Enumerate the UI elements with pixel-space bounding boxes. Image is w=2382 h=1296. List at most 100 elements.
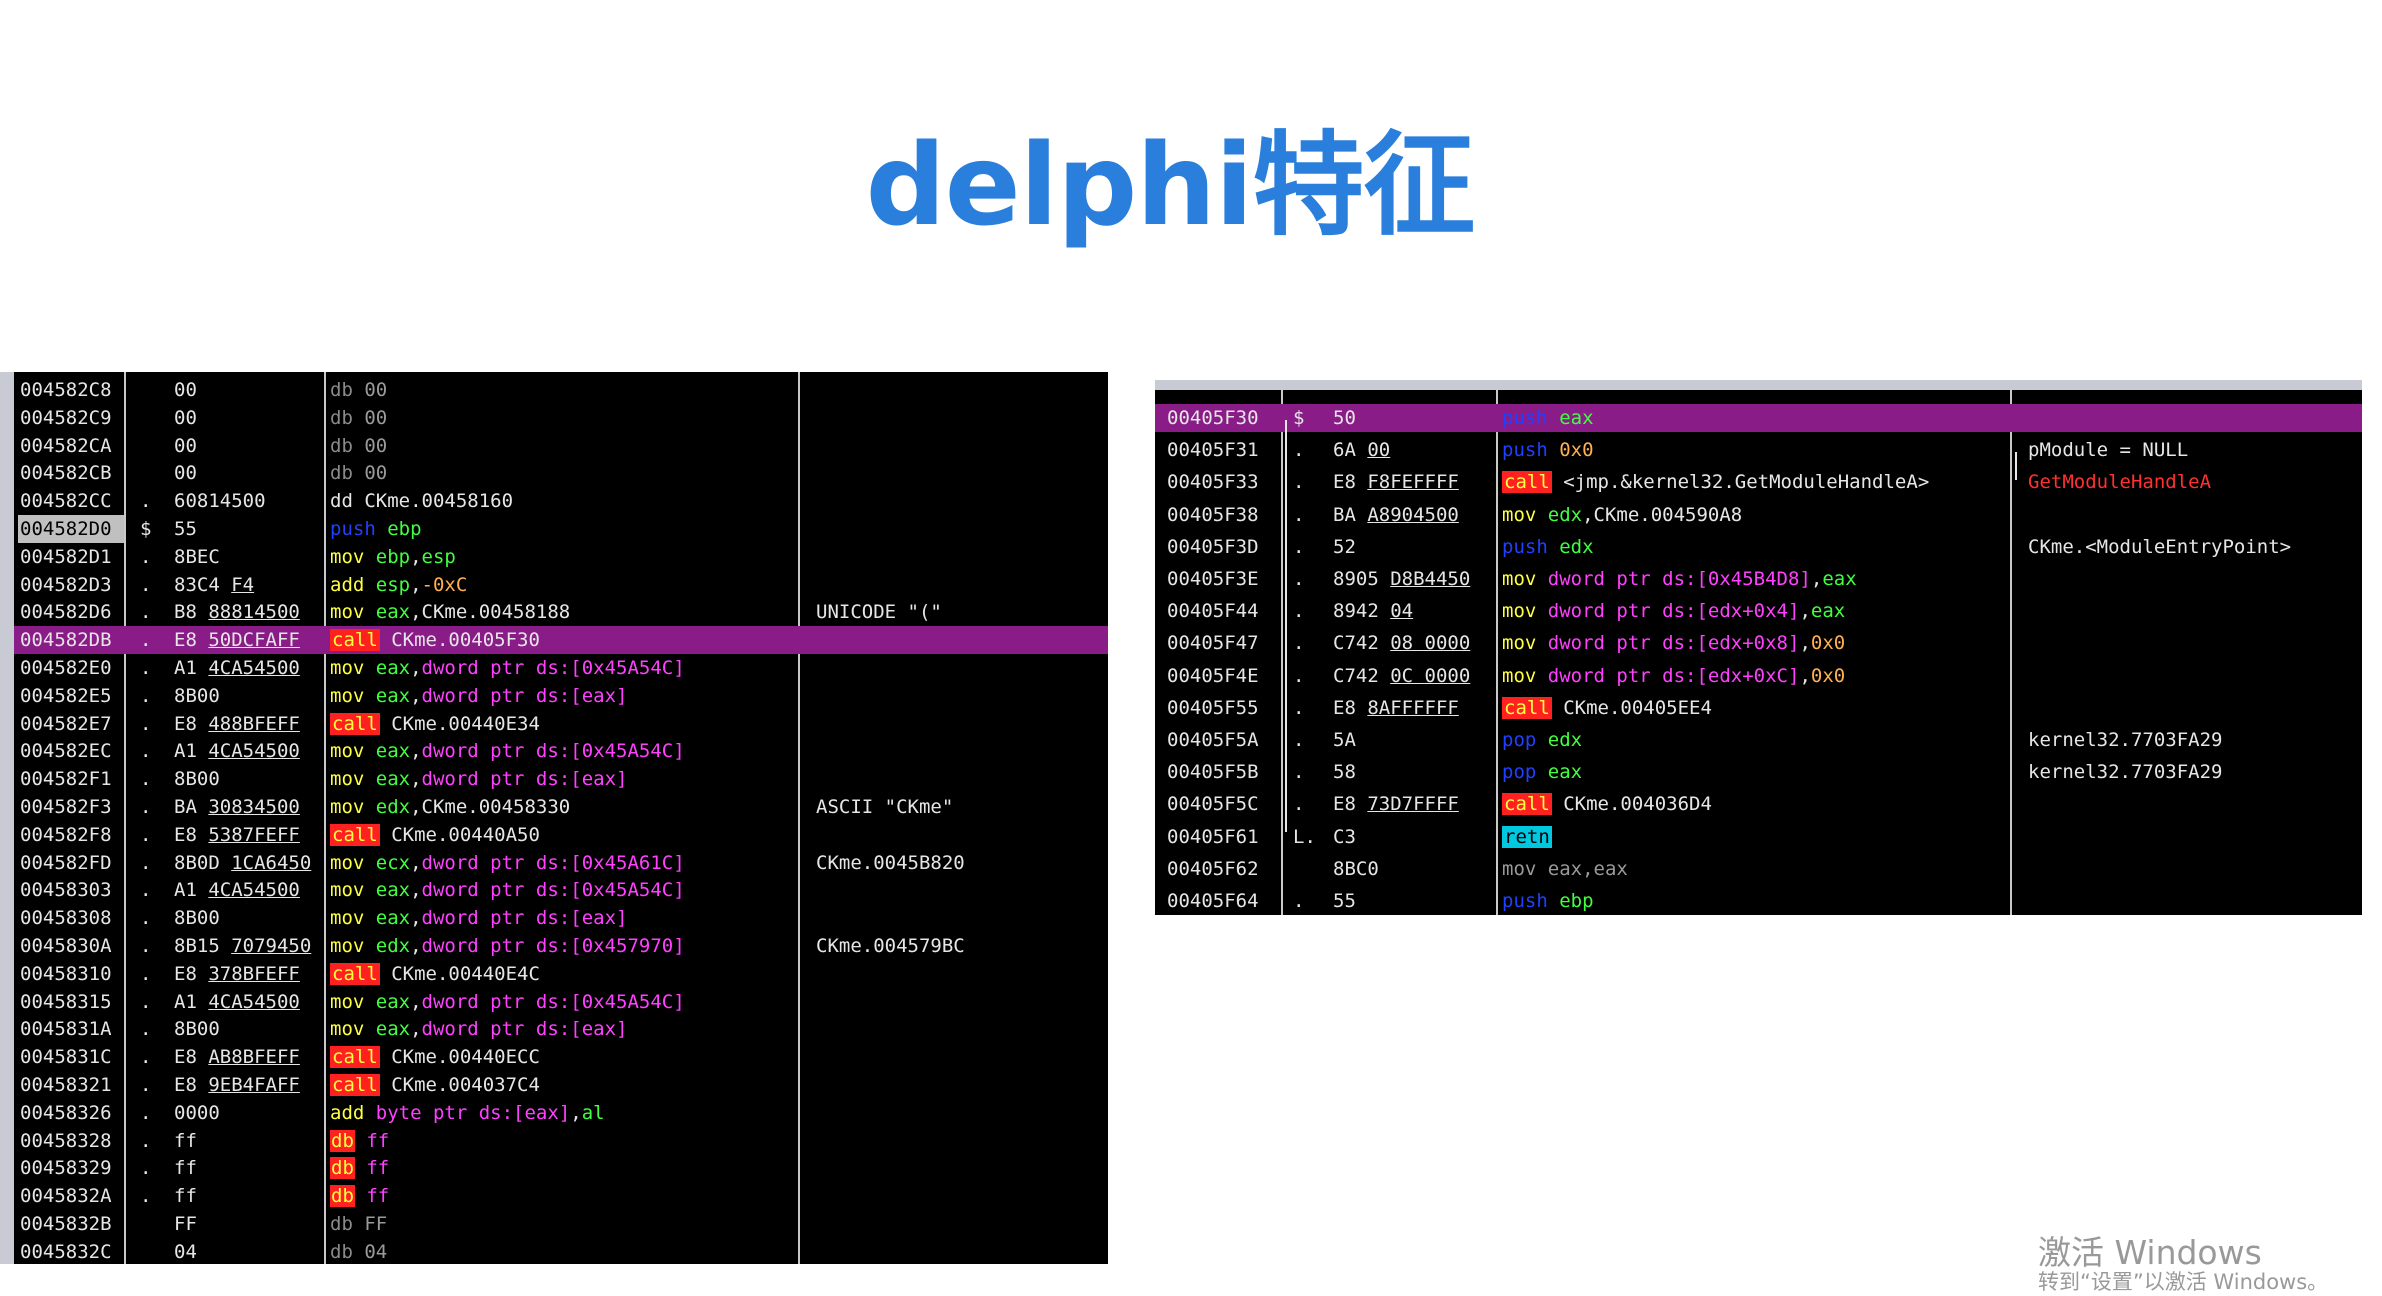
disasm-row[interactable]: 00405F47. C742 08 0000 mov dword ptr ds:[e…: [1155, 629, 2362, 657]
disasm-token: mov: [1502, 568, 1548, 590]
disasm-row[interactable]: 004582E0. A1 4CA54500 mov eax,dword ptr ds…: [14, 654, 1108, 682]
row-marker: [1293, 855, 1323, 883]
disasm-row[interactable]: 0045831C. E8 AB8BFEFF call CKme.00440ECC: [14, 1043, 1108, 1071]
slide-title: delphi特征: [865, 121, 1476, 251]
disasm-row[interactable]: 004582CC. 60814500 dd CKme.00458160: [14, 487, 1108, 515]
disasm-row[interactable]: 004582D6. B8 88814500 mov eax,CKme.0045818…: [14, 598, 1108, 626]
row-disassembly: mov eax,dword ptr ds:[eax]: [330, 765, 796, 793]
row-comment: kernel32.7703FA29: [2028, 761, 2223, 784]
disasm-token: dword ptr ds:[edx+0x4]: [1547, 600, 1800, 623]
disasm-row[interactable]: 004582F3. BA 30834500 mov edx,CKme.0045833…: [14, 793, 1108, 821]
disasm-row[interactable]: 00458321. E8 9EB4FAFF call CKme.004037C4: [14, 1071, 1108, 1099]
disasm-row[interactable]: 00458329. ff db ff: [14, 1154, 1108, 1182]
disasm-row[interactable]: 004582F8. E8 5387FEFF call CKme.00440A50: [14, 821, 1108, 849]
disasm-row[interactable]: 00458310. E8 378BFEFF call CKme.00440E4C: [14, 960, 1108, 988]
row-disassembly: push edx: [1502, 533, 2008, 561]
disasm-row[interactable]: 00458328. ff db ff: [14, 1127, 1108, 1155]
disasm-row[interactable]: 004582EC. A1 4CA54500 mov eax,dword ptr ds…: [14, 737, 1108, 765]
row-hex: 8B15 7079450: [174, 935, 312, 957]
disasm-row[interactable]: 004582F1. 8B00 mov eax,dword ptr ds:[eax]: [14, 765, 1108, 793]
disasm-row[interactable]: 0045832B FF db FF: [14, 1210, 1108, 1238]
disasm-token: dword ptr ds:[eax]: [421, 684, 628, 707]
row-disassembly: call CKme.00440E4C: [330, 960, 796, 988]
disasm-row[interactable]: 004582CB 00 db 00: [14, 459, 1108, 487]
row-disassembly: call CKme.004037C4: [330, 1071, 796, 1099]
disasm-row[interactable]: 00458303. A1 4CA54500 mov eax,dword ptr ds…: [14, 876, 1108, 904]
disasm-row[interactable]: 0045832C 04 db 04: [14, 1238, 1108, 1264]
disasm-row[interactable]: 00405F5C. E8 73D7FFFF call CKme.004036D4: [1155, 790, 2362, 818]
row-comment: [2028, 565, 2362, 593]
disasm-token: <jmp.&kernel32.GetModuleHandleA>: [1551, 471, 1930, 494]
disasm-token: ,: [410, 935, 422, 957]
row-address: 004582E7: [20, 712, 112, 735]
disasm-row[interactable]: 00405F61 L. C3 retn: [1155, 823, 2362, 851]
row-disassembly: db 00: [330, 432, 796, 460]
disasm-row[interactable]: 00405F31. 6A 00 push 0x0 pModule = NULL: [1155, 436, 2362, 464]
disasm-token: ebp: [375, 545, 411, 568]
disasm-token: eax: [375, 601, 411, 624]
row-hex: B8 88814500: [174, 601, 300, 624]
disasm-row[interactable]: 00405F3E. 8905 D8B4450 mov dword ptr ds:[0…: [1155, 565, 2362, 593]
disasm-row[interactable]: 00405F5A. 5A pop edx kernel32.7703FA29: [1155, 726, 2362, 754]
row-hex: 50: [1333, 407, 1356, 429]
row-marker: .: [1293, 761, 1305, 784]
row-marker: .: [140, 573, 152, 596]
row-marker: .: [140, 879, 152, 902]
row-hex: ff: [174, 1185, 197, 1208]
row-marker: [140, 432, 170, 460]
disasm-row[interactable]: 00458326. 0000 add byte ptr ds:[eax],al: [14, 1099, 1108, 1127]
disasm-row[interactable]: 00405F55. E8 8AFFFFFF call CKme.00405EE4: [1155, 694, 2362, 722]
row-marker: .: [140, 601, 152, 624]
disasm-row[interactable]: 004582E5. 8B00 mov eax,dword ptr ds:[eax]: [14, 682, 1108, 710]
row-marker: .: [140, 712, 152, 735]
row-comment: [816, 376, 1108, 404]
row-address: 004582DB: [20, 629, 112, 652]
disasm-row[interactable]: 00405F62 8BC0 mov eax,eax: [1155, 855, 2362, 883]
disasm-row[interactable]: 00405F4E. C742 0C 0000 mov dword ptr ds:[e…: [1155, 662, 2362, 690]
disasm-row[interactable]: 00405F38. BA A8904500 mov edx,CKme.004590A…: [1155, 501, 2362, 529]
disasm-token: ff: [354, 1185, 390, 1208]
row-disassembly: mov eax,eax: [1502, 855, 2008, 883]
disasm-row[interactable]: 0045830A. 8B15 7079450 mov edx,dword ptr d…: [14, 932, 1108, 960]
disasm-row[interactable]: 00458308. 8B00 mov eax,dword ptr ds:[eax]: [14, 904, 1108, 932]
disasm-row[interactable]: 004582FD. 8B0D 1CA6450 mov ecx,dword ptr d…: [14, 849, 1108, 877]
disasm-token: eax: [375, 768, 411, 791]
row-marker: .: [1293, 503, 1305, 526]
row-marker: .: [140, 545, 152, 568]
disasm-row[interactable]: 004582D0 $55 push ebp: [14, 515, 1108, 543]
disasm-row[interactable]: 004582E7. E8 488BFEFF call CKme.00440E34: [14, 710, 1108, 738]
row-marker: .: [1293, 535, 1305, 558]
disasm-row[interactable]: 00405F5B. 58 pop eax kernel32.7703FA29: [1155, 758, 2362, 786]
disasm-row[interactable]: 00405F33. E8 F8FEFFFF call <jmp.&kernel32.…: [1155, 468, 2362, 496]
disassembly-panel-left[interactable]: 004582C8 00 db 00 004582C9 00 db 00 004582CA 00…: [0, 372, 1108, 1264]
disasm-row[interactable]: 004582D3. 83C4 F4 add esp,-0xC: [14, 571, 1108, 599]
row-marker: .: [140, 1018, 152, 1041]
disasm-token: add: [330, 573, 376, 596]
row-address: 004582C8: [20, 379, 112, 401]
row-hex: 58: [1333, 761, 1356, 784]
row-address: 0045832A: [20, 1185, 112, 1208]
row-disassembly: mov eax,CKme.00458188: [330, 598, 796, 626]
disasm-row[interactable]: 004582D1. 8BEC mov ebp,esp: [14, 543, 1108, 571]
disasm-row[interactable]: 0045831A. 8B00 mov eax,dword ptr ds:[eax]: [14, 1015, 1108, 1043]
disasm-row[interactable]: 00405F3D. 52 push edx CKme.<ModuleEntryPoin…: [1155, 533, 2362, 561]
disasm-row[interactable]: 004582DB. E8 50DCFAFF call CKme.00405F30: [14, 626, 1108, 655]
disasm-token: 00: [364, 379, 388, 401]
disasm-row[interactable]: 0045832A. ff db ff: [14, 1182, 1108, 1210]
disasm-token: CKme.004036D4: [1551, 793, 1712, 816]
disasm-token: ,: [410, 1018, 422, 1041]
disasm-row[interactable]: 004582CA 00 db 00: [14, 432, 1108, 460]
row-address: 00405F5B: [1167, 761, 1259, 784]
disasm-row[interactable]: 004582C9 00 db 00: [14, 404, 1108, 432]
disasm-row[interactable]: 00405F30 $50 push eax: [1155, 404, 2362, 432]
disasm-row[interactable]: 004582C8 00 db 00: [14, 376, 1108, 404]
disasm-token: mov: [330, 879, 376, 902]
row-address: 004582F8: [20, 823, 112, 846]
disasm-row[interactable]: 00405F64. 55 push ebp: [1155, 887, 2362, 915]
disasm-row[interactable]: 00458315. A1 4CA54500 mov eax,dword ptr ds…: [14, 988, 1108, 1016]
disassembly-panel-right[interactable]: 00405F30 $50 push eax 00405F31. 6A 00 push 0x…: [1155, 380, 2362, 915]
disasm-row[interactable]: 00405F44. 8942 04 mov dword ptr ds:[edx+0x…: [1155, 597, 2362, 625]
row-comment: [816, 654, 1108, 682]
disasm-token: eax: [375, 1018, 411, 1041]
disasm-token: pop: [1502, 761, 1548, 784]
